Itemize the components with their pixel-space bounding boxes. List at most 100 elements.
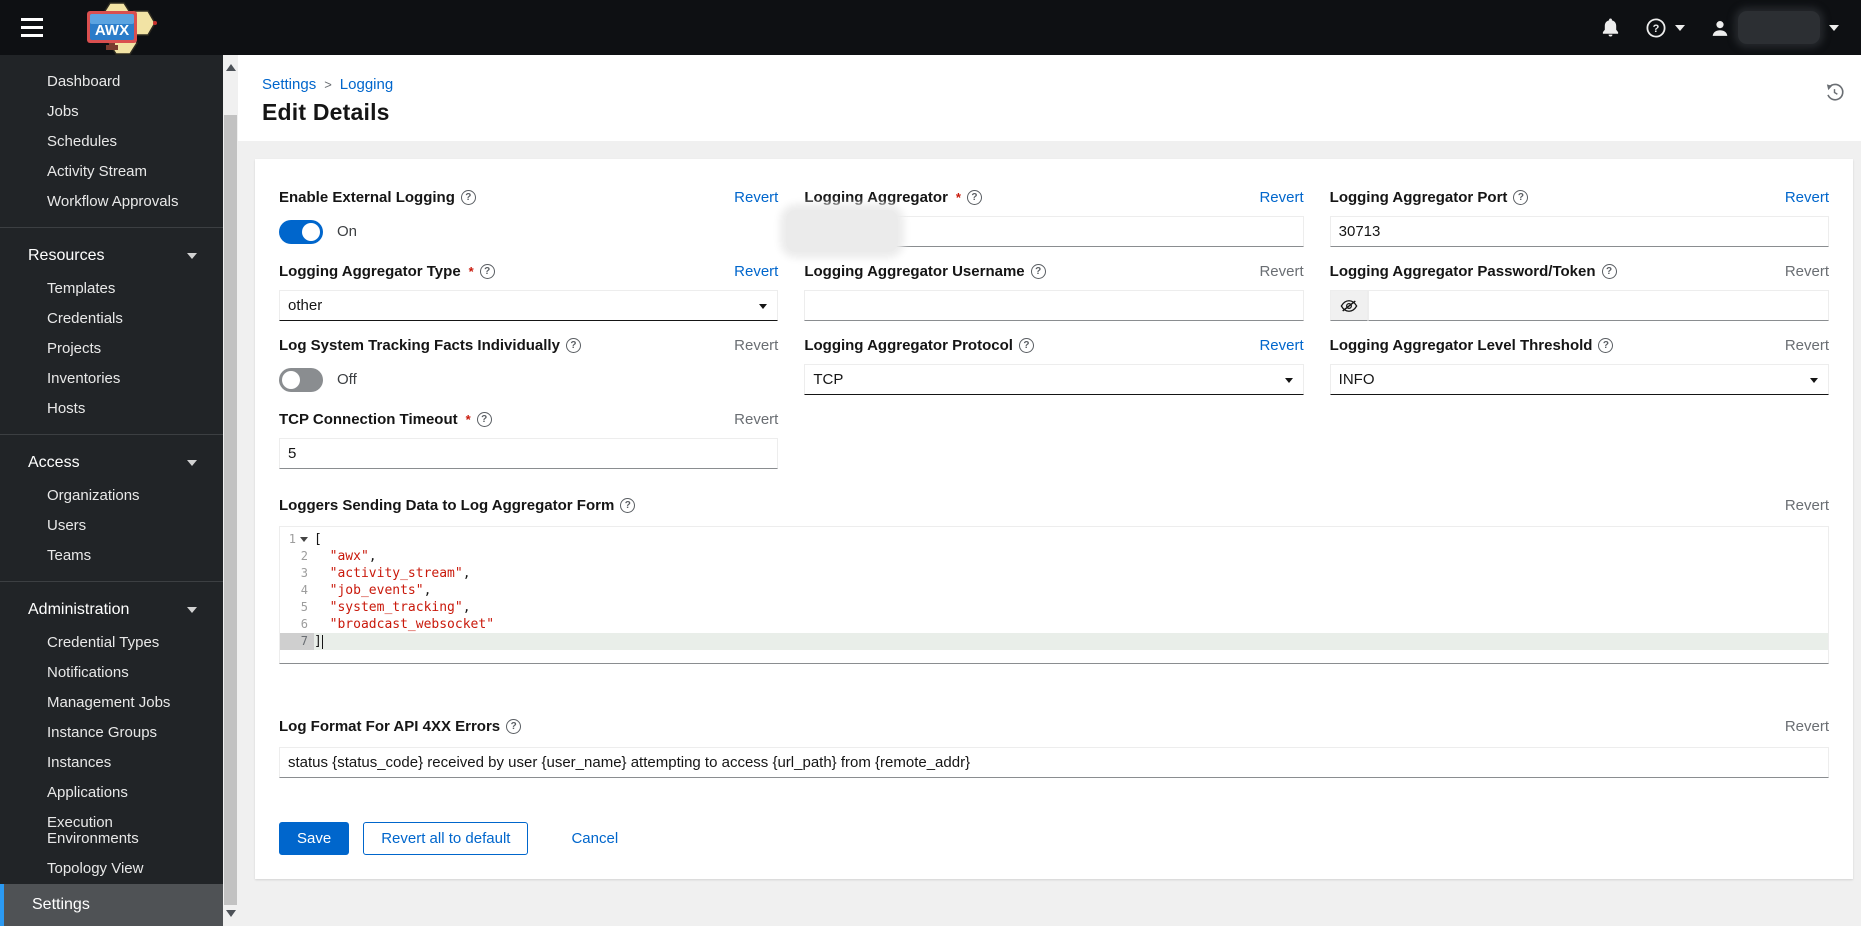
revision-history-button[interactable] — [1824, 82, 1845, 106]
help-icon[interactable]: ? — [1598, 338, 1613, 353]
revert-link[interactable]: Revert — [734, 189, 778, 206]
loggers-code-editor[interactable]: 1[2 "awx",3 "activity_stream",4 "job_eve… — [279, 526, 1829, 664]
sidebar-group-access[interactable]: Access — [0, 445, 223, 481]
settings-edit-card: Enable External Logging ? Revert On L — [255, 159, 1853, 879]
sidebar-item-workflow-approvals[interactable]: Workflow Approvals — [0, 187, 223, 217]
revert-link[interactable]: Revert — [1259, 337, 1303, 354]
caret-down-icon — [1829, 25, 1839, 31]
help-icon[interactable]: ? — [620, 498, 635, 513]
logging-aggregator-port-input[interactable] — [1330, 216, 1829, 247]
sidebar-item-topology-view[interactable]: Topology View — [0, 854, 223, 884]
log-system-tracking-toggle[interactable] — [279, 368, 323, 392]
sidebar-item-management-jobs[interactable]: Management Jobs — [0, 688, 223, 718]
code-text: "system_tracking", — [314, 599, 1828, 616]
sidebar-item-jobs[interactable]: Jobs — [0, 97, 223, 127]
breadcrumb-logging-link[interactable]: Logging — [340, 76, 393, 93]
help-icon[interactable]: ? — [1019, 338, 1034, 353]
sidebar-item-dashboard[interactable]: Dashboard — [0, 67, 223, 97]
notifications-button[interactable] — [1601, 18, 1620, 38]
sidebar-item-teams[interactable]: Teams — [0, 541, 223, 571]
history-icon — [1824, 82, 1845, 103]
help-icon[interactable]: ? — [506, 719, 521, 734]
sidebar-item-credential-types[interactable]: Credential Types — [0, 628, 223, 658]
revert-link[interactable]: Revert — [1259, 189, 1303, 206]
svg-text:AWX: AWX — [95, 22, 129, 39]
help-menu-button[interactable]: ? — [1646, 18, 1685, 38]
sidebar-group-administration[interactable]: Administration — [0, 592, 223, 628]
sidebar-divider — [0, 581, 223, 582]
page-title: Edit Details — [262, 99, 1837, 126]
field-loggers-form: Loggers Sending Data to Log Aggregator F… — [279, 497, 1829, 664]
enable-external-logging-toggle[interactable] — [279, 220, 323, 244]
help-icon[interactable]: ? — [477, 412, 492, 427]
sidebar-item-organizations[interactable]: Organizations — [0, 481, 223, 511]
toggle-state-label: On — [337, 223, 357, 240]
show-password-button[interactable] — [1330, 290, 1368, 321]
code-line: 3 "activity_stream", — [280, 565, 1828, 582]
form-actions: Save Revert all to default Cancel — [279, 822, 1829, 855]
logging-aggregator-password-input[interactable] — [1368, 290, 1829, 321]
sidebar-item-schedules[interactable]: Schedules — [0, 127, 223, 157]
code-line: 5 "system_tracking", — [280, 599, 1828, 616]
help-icon[interactable]: ? — [967, 190, 982, 205]
user-menu-button[interactable] — [1711, 11, 1839, 44]
code-text: ] — [314, 633, 1828, 650]
code-text: "broadcast_websocket" — [314, 616, 1828, 633]
code-text: "job_events", — [314, 582, 1828, 599]
breadcrumb-settings-link[interactable]: Settings — [262, 76, 316, 93]
help-icon[interactable]: ? — [1602, 264, 1617, 279]
sidebar-item-projects[interactable]: Projects — [0, 334, 223, 364]
line-number: 3 — [280, 565, 314, 582]
sidebar-item-templates[interactable]: Templates — [0, 274, 223, 304]
help-icon[interactable]: ? — [1031, 264, 1046, 279]
help-icon[interactable]: ? — [480, 264, 495, 279]
sidebar-group-resources[interactable]: Resources — [0, 238, 223, 274]
logging-aggregator-type-select[interactable]: other — [279, 290, 778, 321]
field-label: Logging Aggregator Username ? — [804, 263, 1045, 280]
cancel-button[interactable]: Cancel — [554, 823, 635, 854]
revert-link-disabled: Revert — [1785, 263, 1829, 280]
scroll-up-arrow-icon[interactable] — [226, 64, 236, 71]
sidebar-item-inventories[interactable]: Inventories — [0, 364, 223, 394]
tcp-connection-timeout-input[interactable] — [279, 438, 778, 469]
revert-link[interactable]: Revert — [1785, 189, 1829, 206]
field-enable-external-logging: Enable External Logging ? Revert On — [279, 189, 778, 247]
fold-caret-icon[interactable] — [300, 537, 308, 542]
field-logging-aggregator-level: Logging Aggregator Level Threshold ? Rev… — [1330, 337, 1829, 395]
help-icon[interactable]: ? — [566, 338, 581, 353]
logging-aggregator-username-input[interactable] — [804, 290, 1303, 321]
revert-all-button[interactable]: Revert all to default — [363, 822, 528, 855]
scrollbar-thumb[interactable] — [224, 115, 237, 905]
save-button[interactable]: Save — [279, 822, 349, 855]
sidebar-item-execution-environments[interactable]: Execution Environments — [0, 808, 223, 854]
sidebar-item-users[interactable]: Users — [0, 511, 223, 541]
line-number: 5 — [280, 599, 314, 616]
logging-aggregator-input[interactable] — [804, 216, 1303, 247]
scroll-down-arrow-icon[interactable] — [226, 910, 236, 917]
code-text: "activity_stream", — [314, 565, 1828, 582]
chevron-down-icon — [187, 460, 197, 466]
sidebar-item-activity-stream[interactable]: Activity Stream — [0, 157, 223, 187]
hamburger-icon[interactable] — [14, 8, 60, 48]
content-scrollbar[interactable] — [223, 55, 238, 921]
revert-link[interactable]: Revert — [734, 263, 778, 280]
sidebar-item-applications[interactable]: Applications — [0, 778, 223, 808]
awx-logo[interactable]: AWX — [74, 0, 166, 55]
sidebar-item-credentials[interactable]: Credentials — [0, 304, 223, 334]
toggle-state-label: Off — [337, 371, 357, 388]
sidebar-item-instance-groups[interactable]: Instance Groups — [0, 718, 223, 748]
logging-aggregator-protocol-select[interactable]: TCP — [804, 364, 1303, 395]
field-label: Loggers Sending Data to Log Aggregator F… — [279, 497, 635, 514]
logging-aggregator-level-select[interactable]: INFO — [1330, 364, 1829, 395]
help-icon[interactable]: ? — [461, 190, 476, 205]
sidebar-item-settings[interactable]: Settings — [0, 884, 223, 926]
help-icon[interactable]: ? — [1513, 190, 1528, 205]
log-format-4xx-input[interactable] — [279, 747, 1829, 778]
sidebar-item-instances[interactable]: Instances — [0, 748, 223, 778]
field-label: Logging Aggregator Type * ? — [279, 263, 495, 280]
code-line: 1[ — [280, 531, 1828, 548]
sidebar-item-hosts[interactable]: Hosts — [0, 394, 223, 424]
chevron-down-icon — [1810, 378, 1818, 383]
revert-link-disabled: Revert — [734, 411, 778, 428]
sidebar-item-notifications[interactable]: Notifications — [0, 658, 223, 688]
